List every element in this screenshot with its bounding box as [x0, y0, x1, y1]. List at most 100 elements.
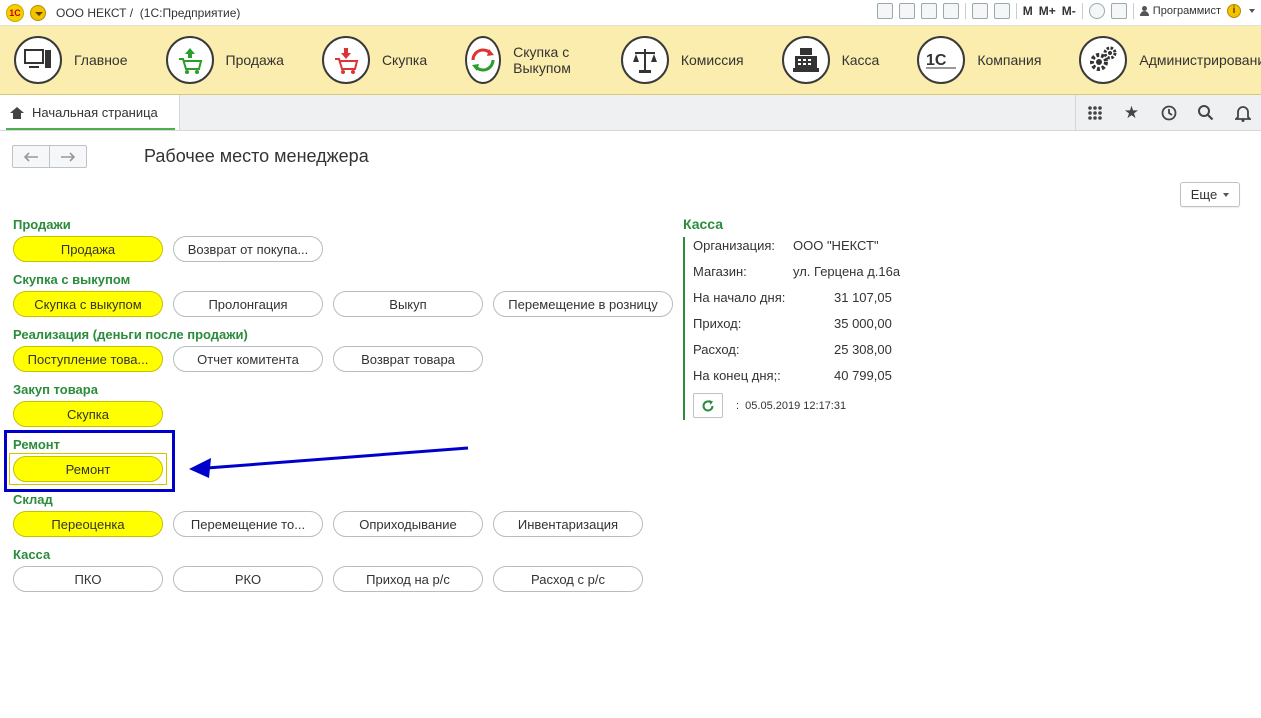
section-admin[interactable]: Администрирование [1065, 26, 1261, 94]
shop-value: ул. Герцена д.16а [793, 264, 901, 279]
purchase-button[interactable]: Скупка [13, 401, 163, 427]
tab-label: Начальная страница [32, 105, 158, 120]
history-icon[interactable] [1150, 95, 1187, 130]
home-icon [10, 106, 24, 119]
page-title: Рабочее место менеджера [144, 146, 369, 166]
prolongation-button[interactable]: Пролонгация [173, 291, 323, 317]
end-balance-value: 40 799,05 [834, 368, 892, 383]
sale-button[interactable]: Продажа [13, 236, 163, 262]
redemption-button[interactable]: Выкуп [333, 291, 483, 317]
calculator-icon[interactable] [971, 3, 988, 19]
section-main[interactable]: Главное [0, 26, 128, 94]
apps-grid-icon[interactable] [1076, 95, 1113, 130]
svg-text:1С: 1С [926, 52, 947, 69]
bell-icon[interactable] [1224, 95, 1261, 130]
1c-logo-icon: 1С [917, 36, 966, 84]
memory-plus-button[interactable]: M+ [1039, 4, 1056, 18]
sections-panel: Главное Продажа Скупка Скупка с Выкупом … [0, 26, 1261, 95]
tab-tools: ★ [1075, 95, 1261, 130]
tab-home[interactable]: Начальная страница [0, 95, 180, 130]
window-title: ООО НЕКСТ / (1С:Предприятие) [56, 5, 241, 20]
goods-return-button[interactable]: Возврат товара [333, 346, 483, 372]
group-realization-label: Реализация (деньги после продажи) [13, 327, 248, 342]
org-value: ООО "НЕКСТ" [793, 238, 879, 253]
annotation-arrow [189, 446, 469, 478]
memory-minus-button[interactable]: M- [1062, 4, 1076, 18]
cash-register-icon [781, 36, 830, 84]
buyback-button[interactable]: Скупка с выкупом [13, 291, 163, 317]
save-icon[interactable] [876, 3, 893, 19]
star-icon[interactable]: ★ [1113, 95, 1150, 130]
repair-button[interactable]: Ремонт [13, 456, 163, 482]
titlebar-tools: M M+ M- Программист i [876, 3, 1255, 19]
section-buyback[interactable]: Скупка с Выкупом [451, 26, 583, 94]
section-sale[interactable]: Продажа [152, 26, 284, 94]
section-cash[interactable]: Касса [768, 26, 879, 94]
cycle-icon [465, 36, 502, 84]
section-purchase[interactable]: Скупка [308, 26, 427, 94]
income-label: Приход: [693, 316, 742, 331]
bank-income-button[interactable]: Приход на р/с [333, 566, 483, 592]
upload-icon[interactable] [920, 3, 937, 19]
expense-value: 25 308,00 [834, 342, 892, 357]
scales-icon [620, 36, 669, 84]
search-icon[interactable] [1187, 95, 1224, 130]
group-repair-label: Ремонт [13, 437, 61, 452]
user-menu[interactable]: Программист [1139, 5, 1221, 17]
refresh-icon [702, 399, 714, 411]
tabs-bar: Начальная страница ★ [0, 95, 1261, 131]
posting-button[interactable]: Оприходывание [333, 511, 483, 537]
window-titlebar: 1С ООО НЕКСТ / (1С:Предприятие) M M+ M- … [0, 0, 1261, 26]
info-icon[interactable]: i [1227, 4, 1241, 18]
history-nav [12, 145, 87, 168]
pko-button[interactable]: ПКО [13, 566, 163, 592]
section-label: Скупка [381, 52, 428, 68]
chevron-down-icon[interactable] [1249, 9, 1255, 13]
goods-receipt-button[interactable]: Поступление това... [13, 346, 163, 372]
more-button[interactable]: Еще [1180, 182, 1240, 207]
section-label: Комиссия [680, 52, 744, 68]
move-to-retail-button[interactable]: Перемещение в розницу [493, 291, 673, 317]
main-menu-icon[interactable] [30, 4, 46, 21]
goods-transfer-button[interactable]: Перемещение то... [173, 511, 323, 537]
gears-icon [1079, 36, 1128, 84]
memory-button[interactable]: M [1023, 4, 1033, 18]
start-balance-value: 31 107,05 [834, 290, 892, 305]
calendar-icon[interactable] [993, 3, 1010, 19]
rko-button[interactable]: РКО [173, 566, 323, 592]
update-timestamp: : 05.05.2019 12:17:31 [736, 400, 847, 412]
computer-icon [14, 36, 62, 84]
section-company[interactable]: 1С Компания [903, 26, 1041, 94]
income-value: 35 000,00 [834, 316, 892, 331]
more-label: Еще [1190, 187, 1218, 202]
org-label: Организация: [693, 238, 776, 253]
inventory-button[interactable]: Инвентаризация [493, 511, 643, 537]
1c-logo-icon[interactable]: 1С [6, 3, 24, 22]
return-from-buyer-button[interactable]: Возврат от покупа... [173, 236, 323, 262]
shop-label: Магазин: [693, 264, 747, 279]
back-arrow-icon[interactable] [13, 146, 49, 167]
group-buyback-label: Скупка с выкупом [13, 272, 131, 287]
print-icon[interactable] [898, 3, 915, 19]
section-commission[interactable]: Комиссия [607, 26, 744, 94]
forward-arrow-icon[interactable] [49, 146, 86, 167]
section-label: Администрирование [1139, 52, 1261, 68]
revaluation-button[interactable]: Переоценка [13, 511, 163, 537]
end-balance-label: На конец дня;: [693, 368, 781, 383]
chevron-down-icon [1223, 192, 1230, 197]
user-name: Программист [1152, 5, 1221, 17]
refresh-button[interactable] [693, 393, 723, 418]
section-label: Компания [977, 52, 1042, 68]
start-balance-label: На начало дня: [693, 290, 786, 305]
panels-icon[interactable] [1110, 3, 1127, 19]
section-label: Главное [74, 52, 128, 68]
section-label: Скупка с Выкупом [513, 44, 571, 76]
group-warehouse-label: Склад [13, 492, 53, 507]
consignor-report-button[interactable]: Отчет комитента [173, 346, 323, 372]
divider [964, 3, 966, 19]
expense-label: Расход: [693, 342, 740, 357]
divider [1081, 3, 1083, 19]
zoom-icon[interactable] [1088, 3, 1105, 19]
bank-expense-button[interactable]: Расход с р/с [493, 566, 643, 592]
printer-icon[interactable] [942, 3, 959, 19]
